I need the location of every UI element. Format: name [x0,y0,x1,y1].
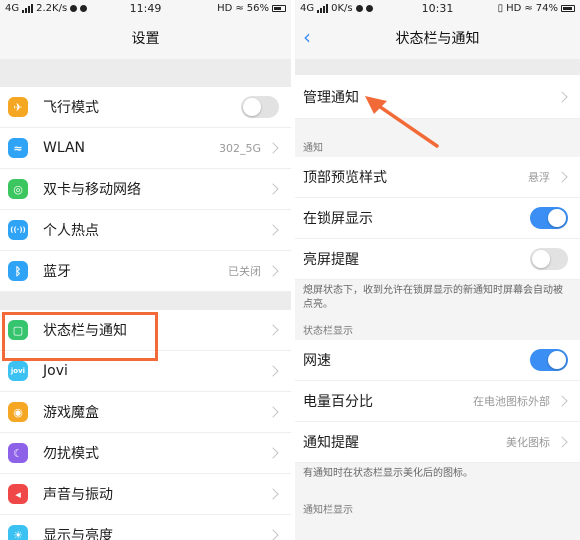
wifi-icon: ≈ [8,138,28,158]
manage-notifications-row[interactable]: 管理通知 [295,75,580,119]
wake-screen-reminder-toggle[interactable] [530,248,568,270]
chevron-right-icon [267,447,279,459]
section-gap [0,292,291,310]
chevron-right-icon [267,529,279,540]
settings-item[interactable]: ◉ 游戏魔盒 [0,392,291,433]
section-header-notification-bar: 通知栏显示 [295,485,580,519]
notification-reminder-note: 有通知时在状态栏显示美化后的图标。 [295,463,580,485]
status-bar: 4G 0K/s 10:31 ▯ HD ≈ 74% [295,0,580,17]
chevron-right-icon [267,406,279,418]
top-preview-style-value: 悬浮 [528,171,550,184]
battery-percentage-row[interactable]: 电量百分比 在电池图标外部 [295,381,580,422]
notification-reminder-label: 通知提醒 [303,435,359,451]
settings-item-label: 勿扰模式 [43,446,99,462]
hotspot-icon: ((·)) [8,220,28,240]
jovi-icon: jovi [8,361,28,381]
settings-item-label: 个人热点 [43,223,99,239]
chevron-right-icon [267,324,279,336]
chevron-right-icon [267,265,279,277]
settings-item[interactable]: ☀ 显示与亮度 [0,515,291,540]
settings-item[interactable]: ☾ 勿扰模式 [0,433,291,474]
page-title: 设置 [131,31,160,47]
notification-reminder-row[interactable]: 通知提醒 美化图标 [295,422,580,463]
settings-item-value: 已关闭 [228,265,261,278]
battery-icon [272,5,286,12]
settings-item[interactable]: ◂ 声音与振动 [0,474,291,515]
chevron-right-icon [556,171,568,183]
settings-item[interactable]: ◎ 双卡与移动网络 [0,169,291,210]
wake-screen-note: 熄屏状态下，收到允许在锁屏显示的新通知时屏幕会自动被点亮。 [295,280,580,320]
page-title-bar: ‹ 状态栏与通知 [295,17,580,59]
wake-screen-reminder-label: 亮屏提醒 [303,252,359,268]
notification-icon: ▢ [8,320,28,340]
settings-item[interactable]: jovi Jovi [0,351,291,392]
section-header-statusbar: 状态栏显示 [295,320,580,340]
globe-icon: ◎ [8,179,28,199]
chevron-right-icon [267,224,279,236]
section-gap [295,59,580,75]
chevron-right-icon [267,488,279,500]
page-title-bar: 设置 [0,17,291,59]
section-gap [0,59,291,87]
settings-item[interactable]: ✈ 飞行模式 [0,87,291,128]
settings-item-label: 状态栏与通知 [43,323,127,339]
notification-reminder-value: 美化图标 [506,436,550,449]
clock: 10:31 [421,2,454,15]
statusbar-notification-screen: 4G 0K/s 10:31 ▯ HD ≈ 74% ‹ 状态栏与通知 管理通知 通… [295,0,580,540]
clock: 11:49 [129,2,162,15]
settings-screen: 4G 2.2K/s 11:49 HD ≈ 56% 设置 ✈ 飞行模式 ≈ WLAN 30… [0,0,291,540]
settings-item-label: 蓝牙 [43,264,71,280]
network-speed-row: 网速 [295,340,580,381]
back-arrow-icon[interactable]: ‹ [303,27,319,48]
battery-icon [561,5,575,12]
battery-percentage-value: 在电池图标外部 [473,395,550,408]
settings-item-label: Jovi [43,363,68,379]
settings-item-label: 双卡与移动网络 [43,182,141,198]
settings-item-label: 飞行模式 [43,100,99,116]
chevron-right-icon [556,436,568,448]
game-box-icon: ◉ [8,402,28,422]
moon-icon: ☾ [8,443,28,463]
show-on-lockscreen-label: 在锁屏显示 [303,211,373,227]
show-on-lockscreen-toggle[interactable] [530,207,568,229]
settings-item[interactable]: ≈ WLAN 302_5G [0,128,291,169]
airplane-mode-toggle[interactable] [241,96,279,118]
section-header-notifications: 通知 [295,119,580,157]
wake-screen-reminder-row: 亮屏提醒 [295,239,580,280]
settings-item-label: WLAN [43,140,86,156]
bluetooth-icon: ᛒ [8,261,28,281]
brightness-icon: ☀ [8,525,28,540]
settings-item-label: 游戏魔盒 [43,405,99,421]
network-speed-label: 网速 [303,353,331,369]
settings-item-value: 302_5G [218,141,261,155]
network-speed-toggle[interactable] [530,349,568,371]
settings-item[interactable]: ((·)) 个人热点 [0,210,291,251]
settings-item-label: 声音与振动 [43,487,113,503]
chevron-right-icon [267,142,279,154]
top-preview-style-label: 顶部预览样式 [303,170,387,186]
page-title: 状态栏与通知 [395,31,480,47]
speaker-icon: ◂ [8,484,28,504]
top-preview-style-row[interactable]: 顶部预览样式 悬浮 [295,157,580,198]
settings-item[interactable]: ▢ 状态栏与通知 [0,310,291,351]
chevron-right-icon [556,395,568,407]
chevron-right-icon [556,90,568,103]
airplane-icon: ✈ [8,97,28,117]
manage-notifications-label: 管理通知 [303,89,359,106]
show-on-lockscreen-row: 在锁屏显示 [295,198,580,239]
settings-item-label: 显示与亮度 [43,528,113,540]
status-bar: 4G 2.2K/s 11:49 HD ≈ 56% [0,0,291,17]
chevron-right-icon [267,183,279,195]
settings-item[interactable]: ᛒ 蓝牙 已关闭 [0,251,291,292]
chevron-right-icon [267,365,279,377]
battery-percentage-label: 电量百分比 [303,394,373,410]
